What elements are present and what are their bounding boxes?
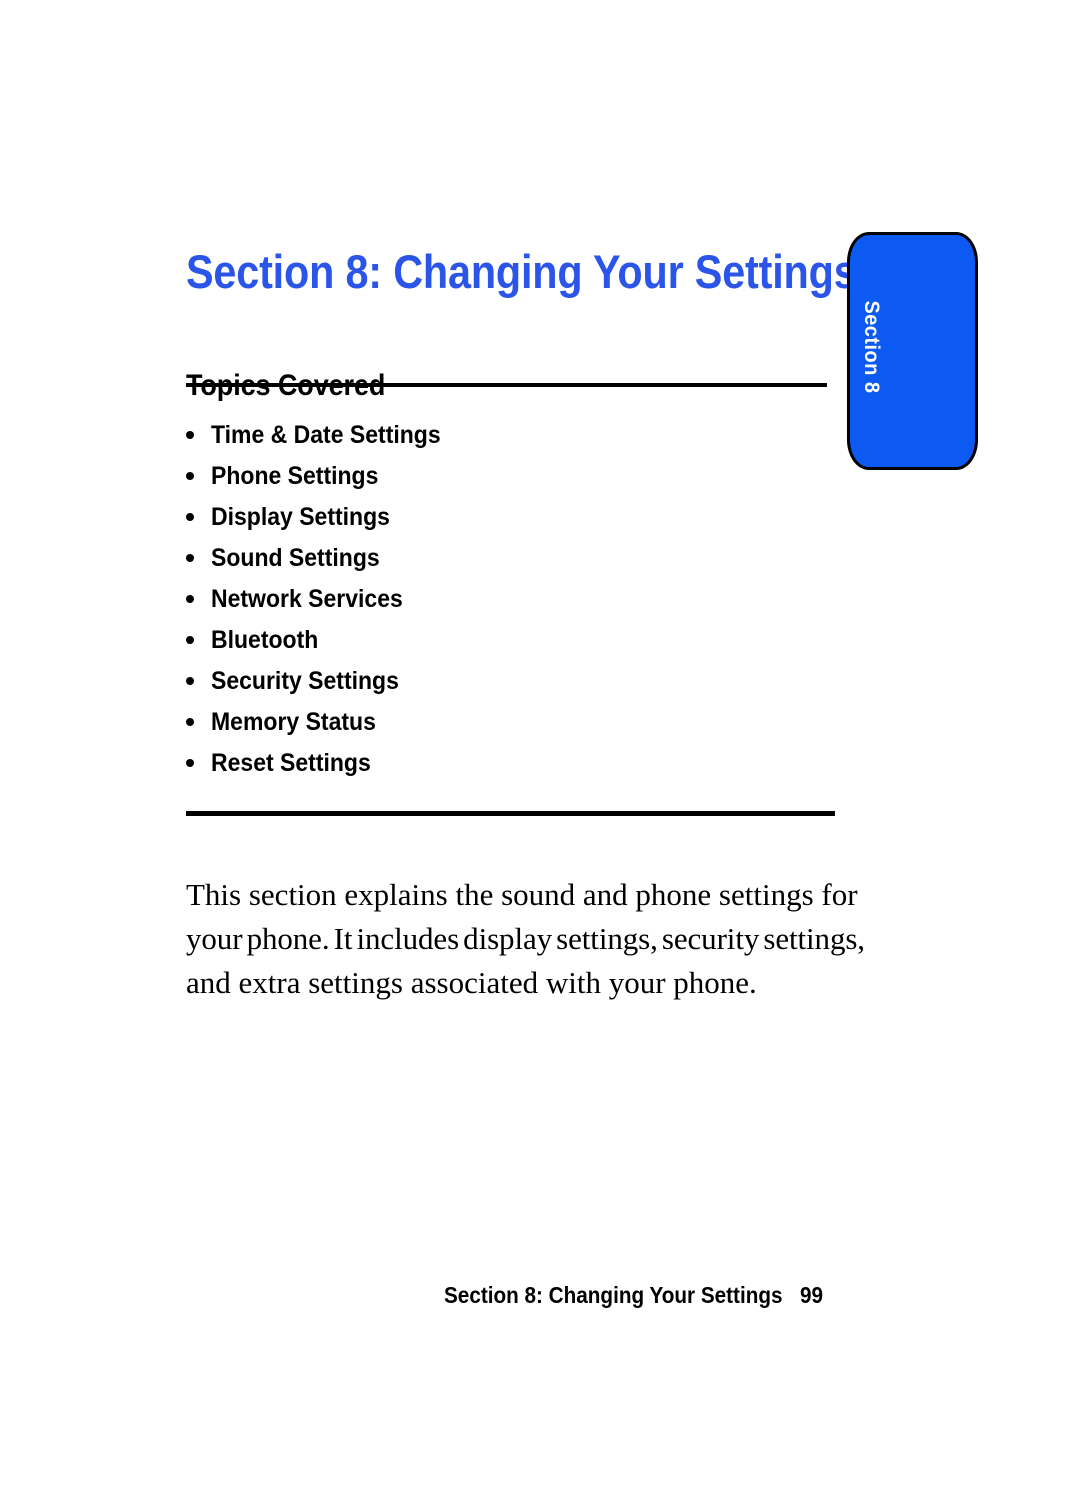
list-item-label: Bluetooth bbox=[211, 626, 319, 654]
list-item-label: Display Settings bbox=[211, 503, 390, 531]
paragraph-line: and extra settings associated with your … bbox=[186, 965, 757, 1000]
heading-divider bbox=[186, 383, 827, 387]
list-item: Security Settings bbox=[186, 664, 786, 705]
list-item: Sound Settings bbox=[186, 541, 786, 582]
list-item: Display Settings bbox=[186, 500, 786, 541]
list-item-label: Time & Date Settings bbox=[211, 421, 441, 449]
list-item-label: Network Services bbox=[211, 585, 403, 613]
bullet-icon bbox=[186, 636, 194, 644]
list-item: Reset Settings bbox=[186, 746, 786, 787]
bullet-icon bbox=[186, 759, 194, 767]
bullet-icon bbox=[186, 677, 194, 685]
paragraph-line: your phone. It includes display settings… bbox=[186, 921, 865, 956]
topics-covered-list: Time & Date Settings Phone Settings Disp… bbox=[186, 418, 786, 787]
bullet-icon bbox=[186, 595, 194, 603]
bullet-icon bbox=[186, 513, 194, 521]
page-title: Section 8: Changing Your Settings bbox=[186, 245, 857, 299]
list-item-label: Memory Status bbox=[211, 708, 376, 736]
page-footer: Section 8: Changing Your Settings 99 bbox=[444, 1280, 844, 1310]
section-tab: Section 8 bbox=[847, 232, 978, 470]
section-tab-label: Section 8 bbox=[860, 300, 883, 394]
list-item-label: Reset Settings bbox=[211, 749, 371, 777]
list-item: Network Services bbox=[186, 582, 786, 623]
bullet-icon bbox=[186, 718, 194, 726]
footer-page-number: 99 bbox=[800, 1282, 824, 1308]
body-divider bbox=[186, 811, 835, 816]
section-tab-inner: Section 8 bbox=[850, 235, 981, 473]
list-item: Memory Status bbox=[186, 705, 786, 746]
paragraph-line: This section explains the sound and phon… bbox=[186, 877, 858, 912]
list-item-label: Phone Settings bbox=[211, 462, 379, 490]
list-item-label: Sound Settings bbox=[211, 544, 380, 572]
document-page: Section 8: Changing Your Settings Sectio… bbox=[0, 0, 1080, 1492]
list-item: Time & Date Settings bbox=[186, 418, 786, 459]
bullet-icon bbox=[186, 431, 194, 439]
list-item: Bluetooth bbox=[186, 623, 786, 664]
section-intro-paragraph: This section explains the sound and phon… bbox=[186, 873, 865, 1005]
list-item: Phone Settings bbox=[186, 459, 786, 500]
bullet-icon bbox=[186, 554, 194, 562]
footer-section-title: Section 8: Changing Your Settings bbox=[444, 1282, 783, 1308]
list-item-label: Security Settings bbox=[211, 667, 399, 695]
bullet-icon bbox=[186, 472, 194, 480]
